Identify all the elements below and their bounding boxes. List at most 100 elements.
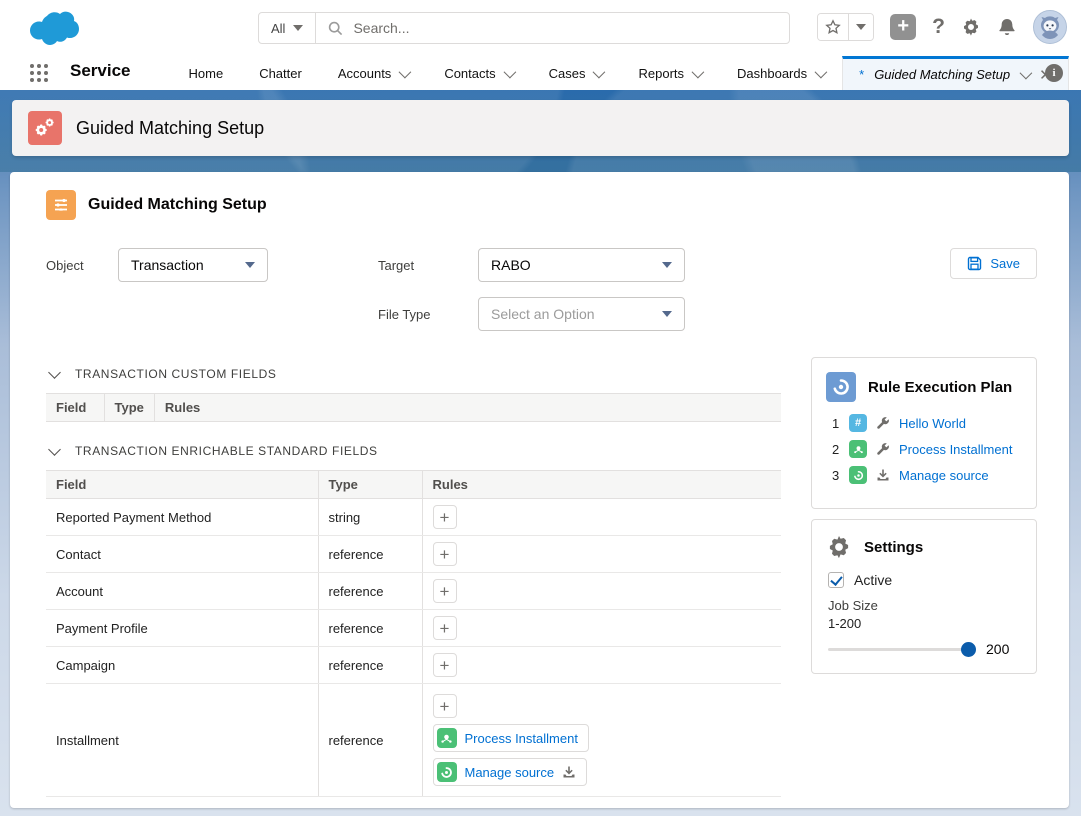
- setup-gear-icon[interactable]: [961, 17, 981, 37]
- add-rule-button[interactable]: +: [433, 616, 457, 640]
- salesforce-logo-icon: [24, 9, 80, 47]
- guided-matching-card: Guided Matching Setup Object Transaction…: [10, 172, 1069, 808]
- download-icon[interactable]: [876, 468, 890, 482]
- notifications-bell-icon[interactable]: [997, 17, 1017, 37]
- job-size-label: Job Size: [828, 598, 1022, 613]
- table-row: Contact reference +: [46, 536, 781, 573]
- settings-title: Settings: [864, 539, 923, 556]
- chevron-down-icon[interactable]: [1020, 67, 1033, 80]
- nav-item-reports[interactable]: Reports: [620, 56, 719, 90]
- object-select[interactable]: Transaction: [118, 248, 268, 282]
- rule-link[interactable]: Process Installment: [899, 442, 1012, 457]
- wrench-icon[interactable]: [876, 416, 890, 430]
- chevron-down-icon: [48, 443, 61, 456]
- object-select-value: Transaction: [131, 257, 204, 273]
- add-rule-button[interactable]: +: [433, 653, 457, 677]
- nav-item-cases[interactable]: Cases: [531, 56, 621, 90]
- add-rule-button[interactable]: +: [433, 505, 457, 529]
- slider-track: [828, 648, 976, 651]
- table-row: Reported Payment Method string +: [46, 499, 781, 536]
- enrichable-fields-table: Field Type Rules Reported Payment Method…: [46, 470, 781, 797]
- table-row-installment: Installment reference +: [46, 684, 781, 797]
- rule-link[interactable]: Manage source: [899, 468, 989, 483]
- guided-matching-gears-icon: [28, 111, 62, 145]
- rule-link[interactable]: Manage source: [465, 765, 555, 780]
- guided-matching-steps-icon: [46, 190, 76, 220]
- active-checkbox[interactable]: [828, 572, 844, 588]
- global-create-icon[interactable]: +: [890, 14, 916, 40]
- help-icon[interactable]: ?: [932, 15, 945, 39]
- section-enrichable-fields[interactable]: TRANSACTION ENRICHABLE STANDARD FIELDS: [50, 444, 781, 458]
- search-scope-value: All: [271, 21, 285, 36]
- global-header: All + ?: [0, 0, 1081, 56]
- chevron-down-icon: [503, 65, 516, 78]
- search-scope-selector[interactable]: All: [259, 13, 316, 43]
- job-size-range-label: 1-200: [828, 616, 1022, 631]
- rule-plan-icon: [826, 372, 856, 402]
- target-select-value: RABO: [491, 257, 531, 273]
- plan-item-1: 1 # Hello World: [832, 414, 1022, 432]
- page-header: Guided Matching Setup: [12, 100, 1069, 156]
- save-icon: [967, 256, 982, 271]
- chevron-down-icon: [245, 262, 255, 268]
- hash-icon: #: [849, 414, 867, 432]
- chevron-down-icon: [662, 311, 672, 317]
- col-header-rules: Rules: [422, 471, 781, 499]
- page-title: Guided Matching Setup: [76, 118, 264, 139]
- col-header-rules: Rules: [154, 394, 781, 422]
- nav-item-home[interactable]: Home: [171, 56, 242, 90]
- section-custom-fields[interactable]: TRANSACTION CUSTOM FIELDS: [50, 367, 781, 381]
- settings-gear-icon: [826, 534, 852, 560]
- global-search: All: [258, 12, 790, 44]
- file-type-label: File Type: [378, 307, 478, 322]
- add-rule-button[interactable]: +: [433, 542, 457, 566]
- favorites-dropdown-icon[interactable]: [848, 14, 873, 40]
- slider-thumb[interactable]: [961, 642, 976, 657]
- job-size-slider[interactable]: [828, 642, 976, 656]
- rule-link[interactable]: Hello World: [899, 416, 966, 431]
- col-header-type: Type: [104, 394, 154, 422]
- matching-config-form: Object Transaction Target RABO: [46, 248, 1037, 331]
- save-button[interactable]: Save: [950, 248, 1037, 279]
- chevron-down-icon: [692, 65, 705, 78]
- favorites-star-icon[interactable]: [818, 14, 848, 40]
- settings-panel: Settings Active Job Size 1-200: [811, 519, 1037, 674]
- nav-item-contacts[interactable]: Contacts: [426, 56, 530, 90]
- job-size-value: 200: [986, 641, 1009, 657]
- chevron-down-icon: [593, 65, 606, 78]
- app-name: Service: [70, 61, 131, 90]
- search-input[interactable]: [353, 20, 777, 36]
- rule-link[interactable]: Process Installment: [465, 731, 578, 746]
- add-rule-button[interactable]: +: [433, 579, 457, 603]
- add-rule-button[interactable]: +: [433, 694, 457, 718]
- target-label: Target: [378, 258, 478, 273]
- nav-item-accounts[interactable]: Accounts: [320, 56, 426, 90]
- tab-guided-matching-setup[interactable]: * Guided Matching Setup ✕: [842, 56, 1069, 90]
- file-type-placeholder: Select an Option: [491, 306, 595, 322]
- app-launcher-icon[interactable]: [30, 64, 48, 82]
- active-label: Active: [854, 572, 892, 588]
- rule-chip-manage-source[interactable]: Manage source: [433, 758, 588, 786]
- target-select[interactable]: RABO: [478, 248, 685, 282]
- unsaved-indicator: *: [859, 67, 864, 82]
- bot-icon: [437, 728, 457, 748]
- nav-item-dashboards[interactable]: Dashboards: [719, 56, 842, 90]
- chevron-down-icon: [293, 25, 303, 31]
- rule-chip-process-installment[interactable]: Process Installment: [433, 724, 589, 752]
- search-icon: [328, 21, 343, 36]
- col-header-type: Type: [318, 471, 422, 499]
- chevron-down-icon: [815, 65, 828, 78]
- active-tab-label: Guided Matching Setup: [874, 67, 1010, 82]
- favorites-control: [817, 13, 874, 41]
- download-icon[interactable]: [562, 765, 576, 779]
- swirl-icon: [849, 466, 867, 484]
- user-avatar[interactable]: [1033, 10, 1067, 44]
- object-label: Object: [46, 258, 118, 273]
- nav-item-chatter[interactable]: Chatter: [241, 56, 320, 90]
- file-type-select[interactable]: Select an Option: [478, 297, 685, 331]
- info-icon[interactable]: i: [1045, 64, 1063, 82]
- main-region: Guided Matching Setup Guided Matching Se…: [0, 90, 1081, 816]
- chevron-down-icon: [399, 65, 412, 78]
- wrench-icon[interactable]: [876, 442, 890, 456]
- card-title: Guided Matching Setup: [88, 196, 267, 214]
